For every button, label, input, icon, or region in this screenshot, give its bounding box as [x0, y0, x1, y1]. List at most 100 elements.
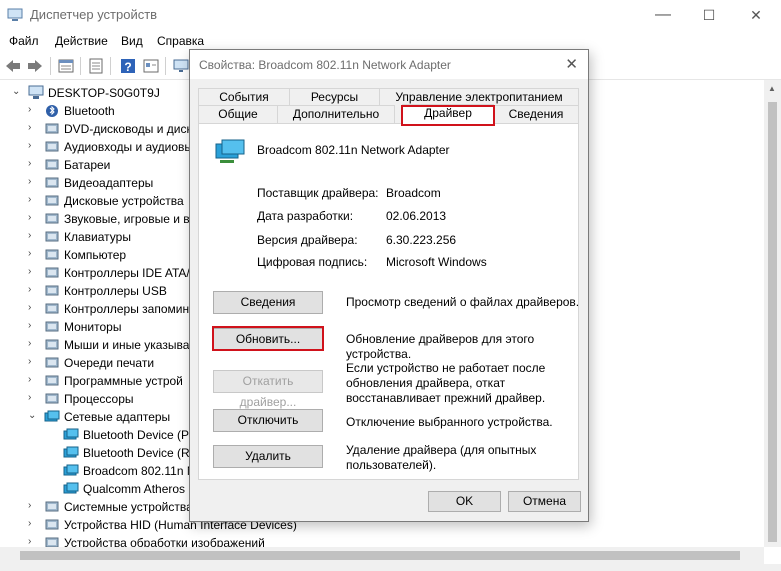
update-icon[interactable] [87, 57, 105, 75]
back-arrow-icon[interactable] [4, 57, 22, 75]
display-adapter-icon [45, 177, 59, 188]
network-adapter-icon [44, 410, 60, 422]
expand-icon[interactable]: › [28, 177, 38, 187]
dvd-icon [45, 123, 59, 134]
expand-icon[interactable]: › [28, 537, 38, 547]
expand-icon[interactable]: › [28, 375, 38, 385]
expand-icon[interactable]: › [28, 231, 38, 241]
usb-icon [45, 285, 59, 296]
tab-general[interactable]: Общие [198, 105, 278, 123]
expand-icon[interactable]: › [28, 141, 38, 151]
vertical-scrollbar[interactable]: ▲ [764, 80, 781, 547]
properties-dialog: Свойства: Broadcom 802.11n Network Adapt… [189, 49, 589, 522]
software-device-icon [45, 375, 59, 386]
driver-tab-panel: Broadcom 802.11n Network Adapter Поставщ… [198, 123, 579, 480]
disable-device-button[interactable]: Отключить [213, 409, 323, 432]
storage-controller-icon [45, 303, 59, 314]
view-icon[interactable] [142, 57, 160, 75]
action-description: Удаление драйвера (для опытных пользоват… [346, 443, 537, 472]
cancel-button[interactable]: Отмена [508, 491, 581, 512]
collapse-icon[interactable]: ⌄ [12, 87, 22, 97]
tree-item-label: Звуковые, игровые и в [64, 212, 190, 226]
device-manager-icon [7, 8, 23, 21]
monitor-icon[interactable] [172, 57, 190, 75]
scroll-thumb[interactable] [768, 102, 777, 542]
menu-file[interactable]: Файл [9, 34, 39, 48]
tree-item-label: Broadcom 802.11n N [83, 464, 196, 478]
prop-key: Дата разработки: [257, 209, 354, 223]
tree-item-label: Мониторы [64, 320, 122, 334]
action-description: Просмотр сведений о файлах драйверов. [346, 295, 580, 309]
expand-icon[interactable]: › [28, 303, 38, 313]
tree-item-label: Устройства обработки изображений [64, 536, 265, 547]
prop-value: 6.30.223.256 [386, 233, 457, 247]
expand-icon[interactable]: › [28, 285, 38, 295]
prop-value: Broadcom [386, 186, 441, 200]
tree-item-label: Qualcomm Atheros [83, 482, 186, 496]
network-adapter-icon [63, 446, 79, 458]
expand-icon[interactable]: › [28, 123, 38, 133]
horizontal-scrollbar[interactable] [0, 547, 764, 564]
expand-icon[interactable]: › [28, 267, 38, 277]
minimize-button[interactable]: — [640, 0, 686, 30]
tree-item-label: Аудиовходы и аудиовы [64, 140, 194, 154]
system-device-icon [45, 501, 59, 512]
tree-item-label: Батареи [64, 158, 111, 172]
uninstall-driver-button[interactable]: Удалить [213, 445, 323, 468]
tree-item-label: Контроллеры IDE ATA/ [64, 266, 190, 280]
menu-bar: Файл Действие Вид Справка [0, 31, 781, 51]
svg-text:?: ? [124, 60, 131, 74]
tab-advanced[interactable]: Дополнительно [277, 105, 395, 123]
tree-item-label: Bluetooth Device (Pe [83, 428, 196, 442]
tree-item-label: DVD-дисководы и диск [64, 122, 192, 136]
tree-item-label: Программные устрой [64, 374, 183, 388]
computer-icon [28, 85, 44, 99]
scroll-up-icon[interactable]: ▲ [768, 84, 776, 93]
expand-icon[interactable]: › [28, 393, 38, 403]
update-driver-button[interactable]: Обновить... [213, 328, 323, 351]
scroll-thumb-horizontal[interactable] [20, 551, 740, 560]
driver-details-button[interactable]: Сведения [213, 291, 323, 314]
expand-icon[interactable]: › [28, 519, 38, 529]
expand-icon[interactable]: › [28, 339, 38, 349]
tree-item-label: Очереди печати [64, 356, 155, 370]
menu-view[interactable]: Вид [121, 34, 143, 48]
monitor-icon [45, 321, 59, 332]
tree-item-label: Процессоры [64, 392, 134, 406]
status-bar [0, 564, 781, 571]
tree-item-label: Системные устройства [64, 500, 193, 514]
ide-controller-icon [45, 267, 59, 278]
expand-icon[interactable]: › [28, 213, 38, 223]
expand-icon[interactable]: › [28, 105, 38, 115]
network-adapter-icon [63, 482, 79, 494]
tree-item-label: Мыши и иные указыва [64, 338, 190, 352]
window-title: Диспетчер устройств [30, 7, 158, 22]
menu-action[interactable]: Действие [55, 34, 108, 48]
rollback-driver-button[interactable]: Откатить драйвер... [213, 370, 323, 409]
expand-icon[interactable]: › [28, 249, 38, 259]
prop-value: Microsoft Windows [386, 255, 487, 269]
close-button[interactable]: ✕ [733, 0, 779, 30]
tree-item-label: Компьютер [64, 248, 127, 262]
dialog-close-button[interactable]: ✕ [565, 55, 578, 73]
tab-details[interactable]: Сведения [493, 105, 579, 123]
ok-button[interactable]: OK [428, 491, 501, 512]
help-icon[interactable]: ? [119, 57, 137, 75]
collapse-icon[interactable]: ⌄ [28, 411, 38, 421]
expand-icon[interactable]: › [28, 159, 38, 169]
expand-icon[interactable]: › [28, 501, 38, 511]
forward-arrow-icon[interactable] [26, 57, 44, 75]
tab-resources[interactable]: Ресурсы [289, 88, 380, 106]
menu-help[interactable]: Справка [157, 34, 204, 48]
expand-icon[interactable]: › [28, 321, 38, 331]
properties-icon[interactable] [57, 57, 75, 75]
keyboard-icon [45, 231, 59, 242]
expand-icon[interactable]: › [28, 195, 38, 205]
computer-icon [45, 249, 59, 260]
audio-icon [45, 141, 59, 152]
tree-item-label: Дисковые устройства [64, 194, 184, 208]
tab-events[interactable]: События [198, 88, 290, 106]
maximize-button[interactable]: ☐ [686, 0, 732, 30]
expand-icon[interactable]: › [28, 357, 38, 367]
tab-driver[interactable]: Драйвер [402, 104, 494, 124]
